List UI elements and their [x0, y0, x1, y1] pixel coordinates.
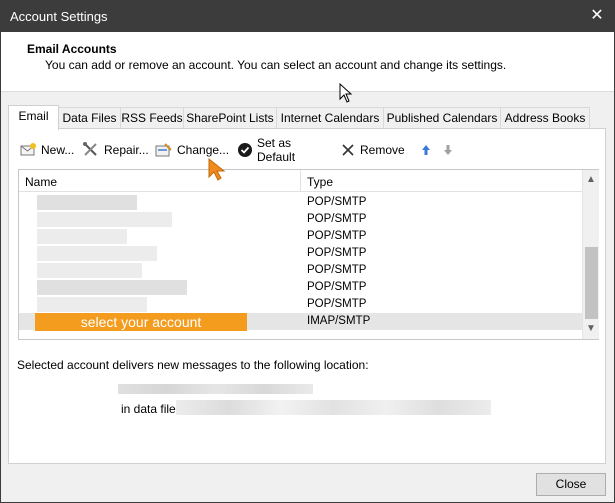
redacted-account-name — [37, 195, 137, 210]
change-button-label: Change... — [177, 143, 230, 157]
data-file-label: in data file — [121, 402, 176, 416]
tab-address-books[interactable]: Address Books — [500, 107, 590, 128]
move-up-button[interactable] — [420, 139, 432, 161]
title-bar: Account Settings ✕ — [1, 1, 614, 32]
mouse-pointer-icon — [339, 82, 353, 106]
redacted-data-file-path — [176, 400, 491, 415]
account-type: IMAP/SMTP — [307, 315, 371, 327]
redacted-account-name — [37, 246, 157, 261]
arrow-up-icon — [420, 143, 432, 157]
account-type: POP/SMTP — [307, 230, 367, 242]
section-description: You can add or remove an account. You ca… — [45, 58, 507, 72]
redacted-account-name — [37, 280, 187, 295]
select-account-callout: select your account — [35, 313, 247, 331]
column-header-name[interactable]: Name — [25, 175, 57, 189]
repair-button-label: Repair... — [104, 143, 149, 157]
window-title: Account Settings — [10, 9, 108, 24]
account-type: POP/SMTP — [307, 247, 367, 259]
account-type: POP/SMTP — [307, 281, 367, 293]
checkmark-circle-icon — [237, 142, 253, 158]
scroll-down-icon[interactable]: ▼ — [586, 323, 596, 334]
tab-published-calendars[interactable]: Published Calendars — [383, 107, 501, 128]
account-settings-window: Account Settings ✕ Email Accounts You ca… — [0, 0, 615, 503]
redacted-location — [118, 384, 313, 394]
redacted-account-name — [37, 229, 127, 244]
account-row[interactable]: POP/SMTP — [19, 228, 582, 245]
account-row[interactable]: POP/SMTP — [19, 245, 582, 262]
move-down-button[interactable] — [442, 139, 454, 161]
tab-rss-feeds[interactable]: RSS Feeds — [120, 107, 184, 128]
close-button[interactable]: Close — [536, 473, 606, 496]
set-default-button[interactable]: Set as Default — [237, 136, 296, 164]
redacted-account-name — [37, 297, 147, 312]
new-button-label: New... — [41, 143, 75, 157]
redacted-account-name — [37, 212, 172, 227]
section-title: Email Accounts — [27, 42, 117, 56]
account-row[interactable]: POP/SMTP — [19, 279, 582, 296]
delivery-location-text: Selected account delivers new messages t… — [17, 358, 369, 372]
scroll-thumb[interactable] — [585, 247, 598, 319]
new-button[interactable]: New... — [19, 139, 74, 161]
repair-tools-icon — [82, 142, 100, 158]
remove-button-label: Remove — [360, 143, 405, 157]
tab-sharepoint-lists[interactable]: SharePoint Lists — [183, 107, 277, 128]
tab-data-files[interactable]: Data Files — [58, 107, 121, 128]
set-default-label: Set as Default — [257, 136, 296, 164]
header-section: Email Accounts You can add or remove an … — [1, 32, 614, 92]
new-account-icon — [19, 142, 37, 158]
remove-button[interactable]: Remove — [340, 139, 405, 161]
list-scrollbar[interactable]: ▲ ▼ — [582, 170, 599, 339]
account-type: POP/SMTP — [307, 264, 367, 276]
list-header: Name Type — [19, 170, 582, 192]
tab-email[interactable]: Email — [8, 105, 59, 130]
remove-x-icon — [340, 142, 356, 158]
account-type: POP/SMTP — [307, 196, 367, 208]
orange-pointer-icon — [207, 157, 227, 184]
account-row[interactable]: POP/SMTP — [19, 194, 582, 211]
account-row[interactable]: POP/SMTP — [19, 296, 582, 313]
account-type: POP/SMTP — [307, 298, 367, 310]
close-window-icon[interactable]: ✕ — [588, 7, 606, 25]
column-header-type[interactable]: Type — [307, 175, 333, 189]
account-type: POP/SMTP — [307, 213, 367, 225]
change-settings-icon — [155, 142, 173, 158]
redacted-account-name — [37, 263, 142, 278]
tab-internet-calendars[interactable]: Internet Calendars — [276, 107, 384, 128]
column-separator[interactable] — [300, 170, 301, 192]
repair-button[interactable]: Repair... — [82, 139, 149, 161]
scroll-up-icon[interactable]: ▲ — [586, 174, 596, 185]
footer: Close — [1, 468, 614, 502]
account-row[interactable]: POP/SMTP — [19, 211, 582, 228]
arrow-down-icon — [442, 143, 454, 157]
account-row[interactable]: POP/SMTP — [19, 262, 582, 279]
